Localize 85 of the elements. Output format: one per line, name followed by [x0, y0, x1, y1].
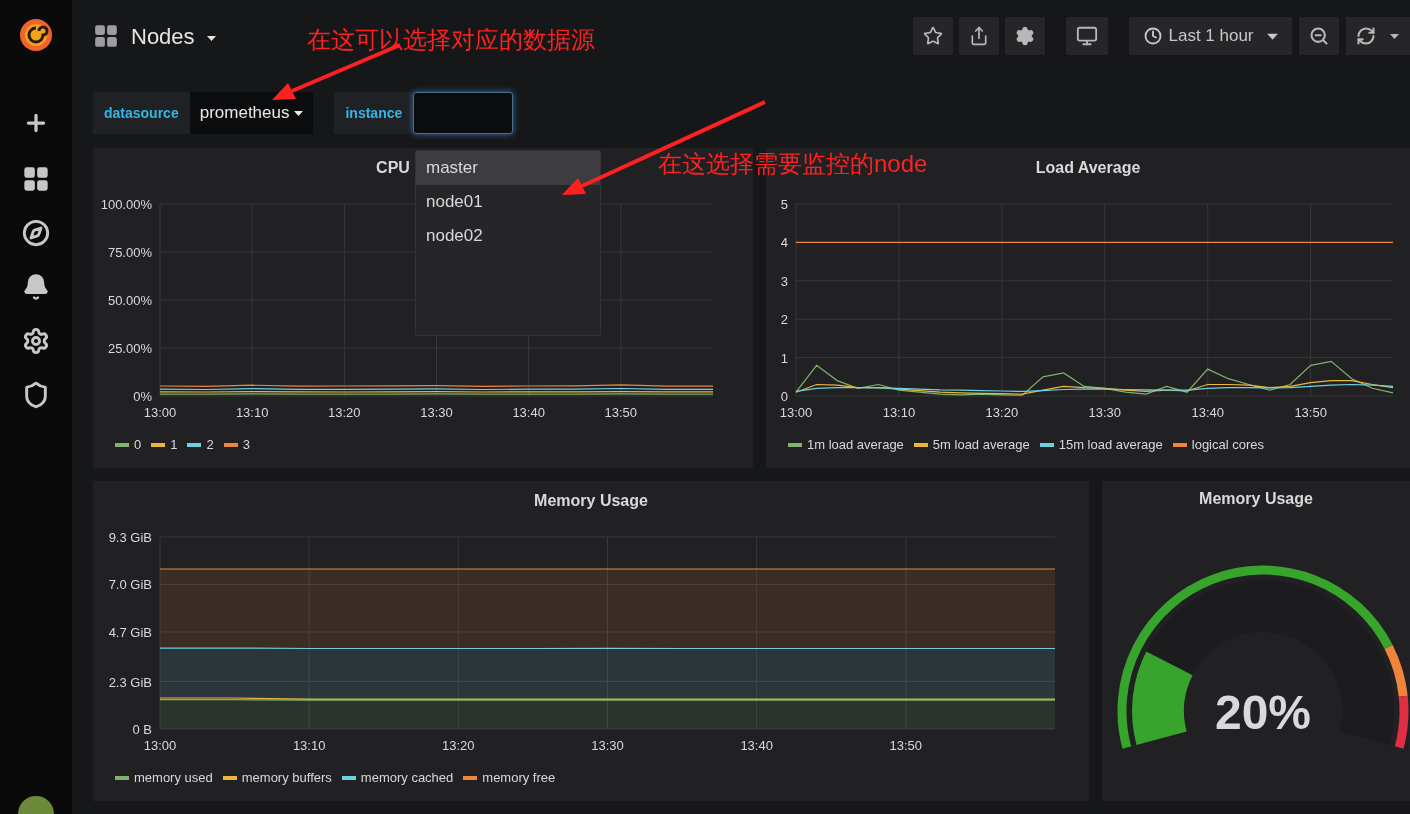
legend-item[interactable]: 5m load average	[913, 435, 1030, 455]
axis-tick-label: 13:30	[591, 738, 624, 753]
settings-icon[interactable]	[22, 327, 50, 355]
panel-title: CPU	[376, 158, 410, 178]
star-button[interactable]	[913, 17, 953, 55]
refresh-button[interactable]	[1346, 17, 1410, 55]
axis-tick-label: 9.3 GiB	[108, 530, 152, 545]
axis-tick-label: 13:40	[740, 738, 773, 753]
legend-item[interactable]: memory used	[115, 768, 213, 788]
axis-tick-label: 13:00	[143, 405, 177, 420]
axis-tick-label: 50.00%	[107, 293, 152, 308]
axis-tick-label: 5	[780, 197, 788, 212]
panel-title: Memory Usage	[534, 491, 648, 511]
axis-tick-label: 13:20	[985, 405, 1019, 420]
dropdown-option[interactable]: node02	[416, 219, 600, 253]
axis-tick-label: 13:10	[292, 738, 326, 753]
axis-tick-label: 13:50	[889, 738, 923, 753]
gauge-value: 20%	[1214, 686, 1312, 739]
axis-tick-label: 13:10	[882, 405, 916, 420]
annotation-text: 在这选择需要监控的node	[658, 149, 928, 179]
caret-icon	[206, 35, 216, 41]
variable-input-field[interactable]	[413, 92, 514, 134]
dashboard-grid-icon	[93, 23, 119, 49]
legend-item[interactable]: memory cached	[341, 768, 454, 788]
axis-tick-label: 7.0 GiB	[108, 577, 152, 593]
dashboard-title[interactable]: Nodes	[93, 19, 216, 53]
zoom-out-icon	[1309, 26, 1329, 46]
legend-item[interactable]: 1m load average	[788, 435, 904, 455]
axis-tick-label: 3	[780, 273, 788, 289]
time-range-picker[interactable]: Last 1 hour	[1129, 17, 1292, 55]
bell-icon[interactable]	[22, 273, 50, 301]
dropdown-option[interactable]: master	[416, 151, 600, 185]
zoom-out-button[interactable]	[1299, 17, 1339, 55]
axis-tick-label: 0%	[133, 389, 152, 404]
clock-icon	[1144, 27, 1163, 45]
variable-label: instance	[334, 92, 414, 134]
axis-tick-label: 13:20	[442, 738, 475, 753]
settings-button[interactable]	[1005, 17, 1045, 55]
axis-tick-label: 13:30	[1088, 405, 1122, 420]
legend-item[interactable]: 0	[115, 435, 142, 455]
legend-item[interactable]: 15m load average	[1039, 435, 1163, 455]
settings-icon	[1015, 26, 1035, 46]
axis-tick-label: 13:20	[328, 405, 361, 420]
legend-item[interactable]: 3	[223, 435, 250, 455]
caret-icon	[1390, 33, 1399, 39]
axis-tick-label: 25.00%	[107, 341, 152, 356]
tv-mode-button[interactable]	[1066, 17, 1108, 55]
panel-title: Memory Usage	[1199, 489, 1313, 509]
axis-tick-label: 13:10	[235, 405, 269, 420]
axis-tick-label: 100.00%	[100, 197, 152, 212]
axis-tick-label: 2.3 GiB	[108, 674, 152, 690]
axis-tick-label: 13:40	[1191, 405, 1224, 420]
shield-icon[interactable]	[22, 381, 50, 409]
axis-tick-label: 13:30	[420, 405, 453, 420]
axis-tick-label: 0	[780, 389, 788, 404]
axis-tick-label: 0 B	[132, 722, 152, 737]
legend-item[interactable]: logical cores	[1172, 435, 1265, 455]
star-icon	[923, 26, 943, 46]
share-button[interactable]	[959, 17, 999, 55]
caret-icon	[1266, 32, 1278, 40]
legend-item[interactable]: memory buffers	[222, 768, 332, 788]
dropdown-option[interactable]: node01	[416, 185, 600, 219]
legend-item[interactable]: 1	[151, 435, 178, 455]
axis-tick-label: 2	[780, 312, 788, 328]
axis-tick-label: 75.00%	[107, 245, 152, 260]
axis-tick-label: 13:50	[604, 405, 638, 420]
legend-item[interactable]: 2	[187, 435, 214, 455]
caret-icon	[294, 110, 304, 116]
panel-title: Load Average	[1035, 158, 1141, 178]
variable-select[interactable]: prometheus	[189, 92, 314, 134]
axis-tick-label: 1	[780, 350, 788, 366]
share-icon	[969, 26, 989, 46]
compass-icon[interactable]	[22, 219, 50, 247]
dashboards-icon[interactable]	[22, 165, 50, 193]
refresh-icon	[1356, 26, 1376, 46]
axis-tick-label: 13:00	[143, 738, 177, 753]
axis-tick-label: 4	[780, 235, 788, 251]
axis-tick-label: 13:40	[512, 405, 545, 420]
monitor-icon	[1076, 25, 1098, 47]
axis-tick-label: 13:00	[779, 405, 813, 420]
variable-label: datasource	[93, 92, 190, 134]
legend-item[interactable]: memory free	[463, 768, 556, 788]
axis-tick-label: 13:50	[1294, 405, 1327, 420]
axis-tick-label: 4.7 GiB	[108, 624, 152, 640]
logo-icon[interactable]	[17, 16, 55, 54]
